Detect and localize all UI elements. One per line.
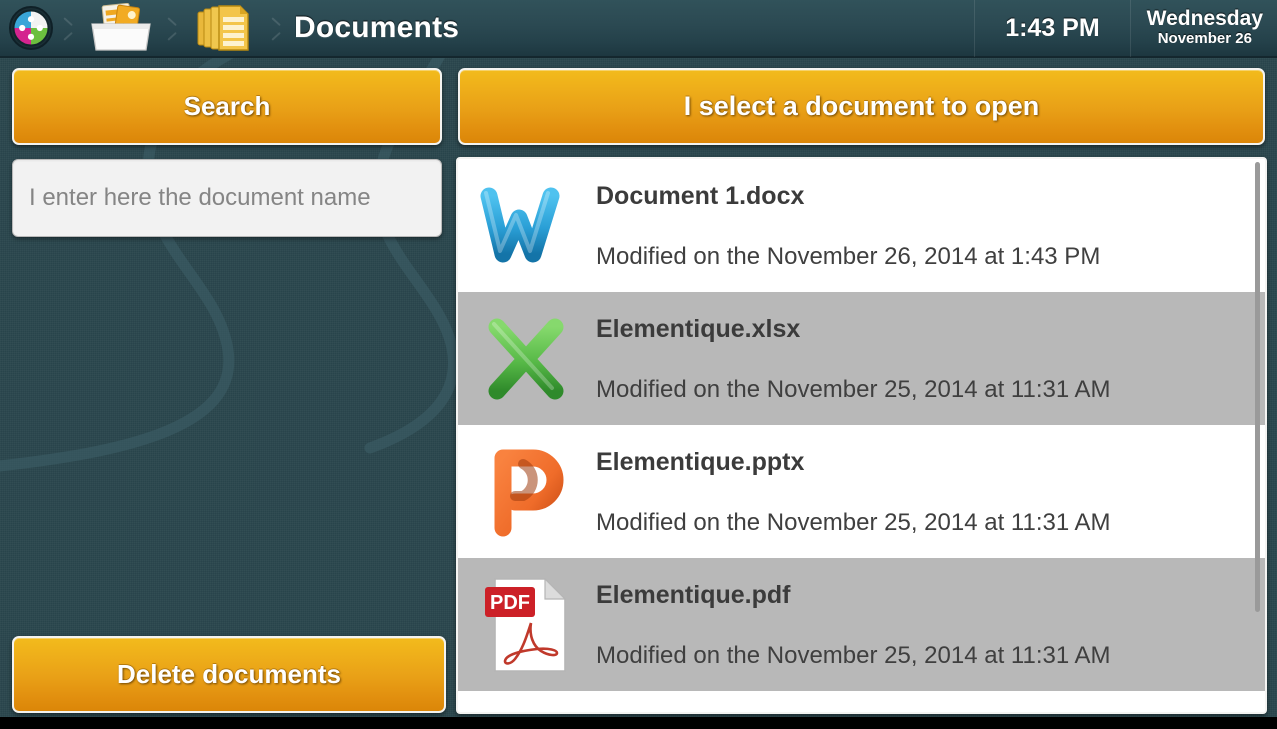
document-modified-date: Modified on the November 25, 2014 at 11:… (596, 508, 1111, 536)
document-row[interactable]: Elementique.xlsx Modified on the November… (458, 292, 1265, 425)
document-row-text: Document 1.docx Modified on the November … (582, 181, 1265, 271)
document-name: Document 1.docx (596, 181, 805, 210)
clock-date: Wednesday November 26 (1131, 0, 1277, 57)
document-modified-date: Modified on the November 25, 2014 at 11:… (596, 375, 1111, 403)
document-list-scrollbar-thumb[interactable] (1255, 162, 1260, 612)
search-button[interactable]: Search (12, 68, 442, 145)
document-list[interactable]: Document 1.docx Modified on the November … (458, 159, 1265, 712)
breadcrumb-separator-icon (166, 0, 180, 57)
document-row[interactable]: Document 1.docx Modified on the November … (458, 159, 1265, 292)
app-root: Documents 1:43 PM Wednesday November 26 … (0, 0, 1277, 729)
svg-text:PDF: PDF (490, 592, 530, 614)
stacked-pages-icon[interactable] (180, 0, 270, 57)
select-document-to-open-label: I select a document to open (683, 91, 1040, 121)
select-document-to-open-button[interactable]: I select a document to open (458, 68, 1265, 145)
search-button-label: Search (183, 91, 271, 121)
delete-documents-button-label: Delete documents (117, 659, 341, 689)
delete-documents-button[interactable]: Delete documents (12, 636, 446, 713)
clock-monthday: November 26 (1157, 30, 1252, 47)
document-list-container: Document 1.docx Modified on the November … (456, 157, 1267, 714)
pdf-icon: PDF (472, 570, 582, 680)
top-bar: Documents 1:43 PM Wednesday November 26 (0, 0, 1277, 58)
clock-time: 1:43 PM (974, 0, 1131, 57)
document-name: Elementique.xlsx (596, 314, 801, 343)
document-name: Elementique.pdf (596, 580, 791, 609)
word-docx-icon (472, 171, 582, 281)
powerpoint-pptx-icon (472, 437, 582, 547)
folder-documents-icon[interactable] (76, 0, 166, 57)
document-row-text: Elementique.pptx Modified on the November… (582, 447, 1265, 537)
document-row-text: Elementique.xlsx Modified on the November… (582, 314, 1265, 404)
app-puzzle-logo-icon[interactable] (0, 0, 62, 57)
clock-weekday: Wednesday (1146, 7, 1263, 30)
search-input-placeholder: I enter here the document name (29, 184, 371, 211)
clock-area: 1:43 PM Wednesday November 26 (974, 0, 1277, 57)
document-row[interactable]: PDF Elementique.pdf Modified on the Novemb… (458, 558, 1265, 691)
document-name: Elementique.pptx (596, 447, 805, 476)
document-modified-date: Modified on the November 25, 2014 at 11:… (596, 641, 1111, 669)
search-input[interactable]: I enter here the document name (12, 159, 442, 237)
document-row-text: Elementique.pdf Modified on the November … (582, 580, 1265, 670)
document-modified-date: Modified on the November 26, 2014 at 1:4… (596, 242, 1101, 270)
breadcrumb-separator-icon (62, 0, 76, 57)
page-title: Documents (294, 11, 460, 44)
excel-xlsx-icon (472, 304, 582, 414)
bottom-edge-strip (0, 717, 1277, 729)
document-row[interactable]: Elementique.pptx Modified on the November… (458, 425, 1265, 558)
breadcrumb-separator-icon (270, 0, 284, 57)
